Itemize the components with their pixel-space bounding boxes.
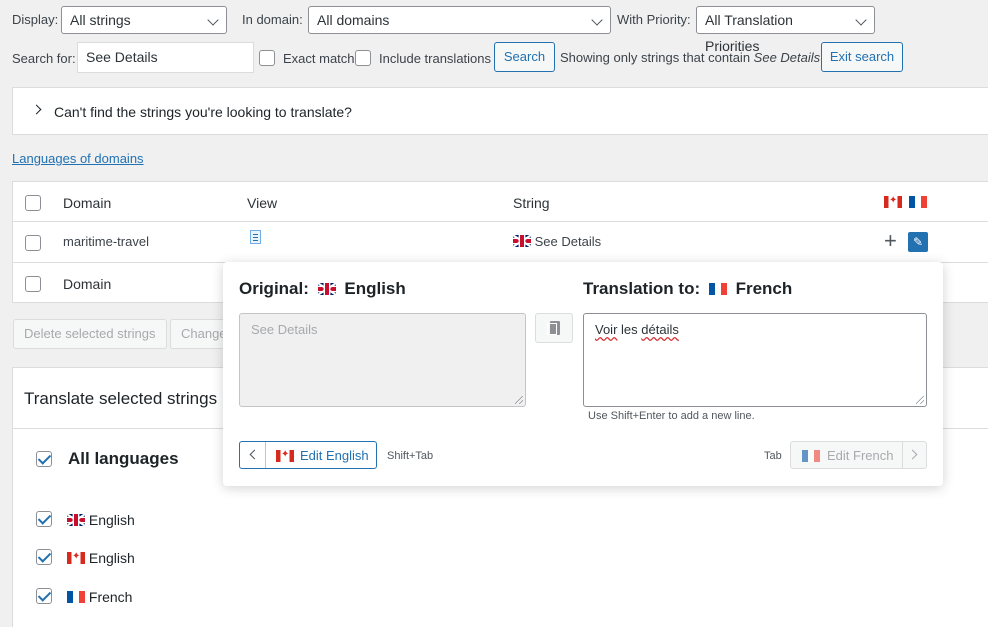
original-label: Original: <box>239 279 309 298</box>
languages-of-domains-link[interactable]: Languages of domains <box>12 151 144 166</box>
translation-popup: Original: English Translation to: French… <box>223 262 943 486</box>
translation-word: Voir <box>595 322 618 337</box>
france-flag-icon <box>802 450 820 462</box>
all-languages-checkbox[interactable] <box>36 451 52 467</box>
showing-term: See Details <box>753 50 821 65</box>
all-languages-label: All languages <box>68 449 179 468</box>
language-english-uk: English <box>67 512 135 528</box>
translation-label: Translation to: <box>583 279 701 298</box>
tab-hint: Tab <box>764 450 782 462</box>
french-checkbox[interactable] <box>36 588 52 604</box>
chevron-down-icon <box>591 14 603 26</box>
footer-checkbox[interactable] <box>25 276 41 292</box>
translation-word: détails <box>641 322 679 337</box>
row-string: See Details <box>513 234 601 249</box>
resize-handle[interactable] <box>515 396 523 404</box>
edit-english-button[interactable]: Edit English <box>239 441 377 469</box>
language-french: French <box>67 589 132 605</box>
showing-text: Showing only strings that contain See De… <box>560 50 820 65</box>
language-name: English <box>88 550 135 566</box>
row-string-text: See Details <box>534 234 602 249</box>
original-textarea: See Details <box>239 313 526 407</box>
france-flag-icon <box>908 196 927 208</box>
domain-value: All domains <box>317 12 390 28</box>
exit-search-button[interactable]: Exit search <box>821 42 903 72</box>
row-domain: maritime-travel <box>63 234 149 249</box>
delete-selected-button[interactable]: Delete selected strings <box>13 319 167 349</box>
domain-select[interactable]: All domains <box>308 6 611 34</box>
priority-value: All Translation Priorities <box>705 12 793 54</box>
help-box[interactable]: Can't find the strings you're looking to… <box>12 87 988 135</box>
header-string: String <box>513 195 550 211</box>
domain-label: In domain: <box>242 12 303 27</box>
header-flags <box>884 195 927 210</box>
english-ca-checkbox[interactable] <box>36 549 52 565</box>
uk-flag-icon <box>67 514 85 526</box>
france-flag-icon <box>708 283 727 295</box>
copy-icon <box>547 321 560 335</box>
display-value: All strings <box>70 12 131 28</box>
original-text: See Details <box>251 322 318 337</box>
select-all-checkbox[interactable] <box>25 195 41 211</box>
display-label: Display: <box>12 12 59 27</box>
resize-handle[interactable] <box>916 396 924 404</box>
search-label: Search for: <box>12 51 76 66</box>
edit-french-label: Edit French <box>827 448 894 463</box>
uk-flag-icon <box>513 235 531 247</box>
include-translations-checkbox[interactable] <box>355 50 371 66</box>
copy-button[interactable] <box>535 313 573 343</box>
document-view-icon[interactable] <box>250 230 261 244</box>
edit-english-label: Edit English <box>300 448 369 463</box>
translation-textarea[interactable]: Voir les détails <box>583 313 927 407</box>
footer-domain: Domain <box>63 276 112 292</box>
priority-label: With Priority: <box>617 12 691 27</box>
original-lang: English <box>344 279 406 298</box>
shift-tab-hint: Shift+Tab <box>387 450 434 462</box>
translation-heading: Translation to: French <box>583 279 792 299</box>
exact-match-checkbox[interactable] <box>259 50 275 66</box>
canada-flag-icon <box>67 552 85 564</box>
language-name: French <box>88 589 133 605</box>
showing-prefix: Showing only strings that contain <box>560 50 754 65</box>
chevron-left-icon <box>240 442 266 468</box>
canada-flag-icon <box>276 450 294 462</box>
plus-icon[interactable]: + <box>884 230 897 252</box>
help-text: Can't find the strings you're looking to… <box>54 104 352 120</box>
chevron-down-icon <box>855 14 867 26</box>
chevron-right-icon <box>902 442 926 468</box>
newline-hint: Use Shift+Enter to add a new line. <box>588 410 755 422</box>
exact-match-label: Exact match <box>283 51 355 66</box>
pencil-icon[interactable]: ✎ <box>908 232 928 252</box>
translation-lang: French <box>735 279 793 298</box>
include-translations-label: Include translations <box>379 51 492 66</box>
row-checkbox[interactable] <box>25 235 41 251</box>
change-button[interactable]: Change <box>170 319 230 349</box>
priority-select[interactable]: All Translation Priorities <box>696 6 875 54</box>
header-domain: Domain <box>63 195 112 211</box>
france-flag-icon <box>67 591 85 603</box>
uk-flag-icon <box>317 283 336 295</box>
search-button[interactable]: Search <box>494 42 555 72</box>
edit-french-button[interactable]: Edit French <box>790 441 927 469</box>
original-heading: Original: English <box>239 279 406 299</box>
display-select[interactable]: All strings <box>61 6 227 34</box>
translate-section-title: Translate selected strings <box>24 389 218 408</box>
language-english-ca: English <box>67 550 135 566</box>
chevron-down-icon <box>207 14 219 26</box>
translation-word: les <box>621 322 638 337</box>
canada-flag-icon <box>884 196 902 208</box>
chevron-right-icon <box>31 104 42 115</box>
search-input[interactable]: See Details <box>77 42 254 73</box>
english-uk-checkbox[interactable] <box>36 511 52 527</box>
header-view: View <box>247 195 278 211</box>
language-name: English <box>88 512 135 528</box>
